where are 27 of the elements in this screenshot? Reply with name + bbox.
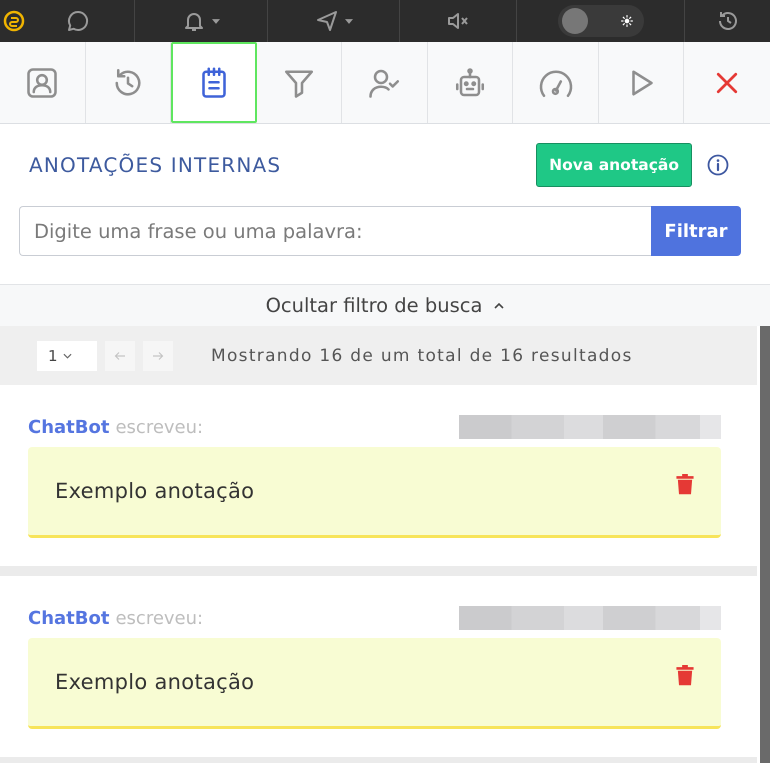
arrow-right-icon xyxy=(152,350,164,360)
search-field[interactable]: Digite uma frase ou uma palavra: xyxy=(19,206,651,256)
send-icon[interactable] xyxy=(314,9,338,33)
panel-title: ANOTAÇÕES INTERNAS xyxy=(29,153,282,177)
chevron-down-icon xyxy=(62,352,72,358)
theme-switch[interactable] xyxy=(558,5,644,37)
tab[interactable] xyxy=(171,42,257,123)
info-icon[interactable] xyxy=(706,153,730,177)
filter-button[interactable]: Filtrar xyxy=(651,206,741,256)
trash-icon[interactable] xyxy=(675,472,695,496)
note-text: Exemplo anotação xyxy=(55,479,254,503)
caret-icon[interactable] xyxy=(212,18,220,24)
scrollbar[interactable] xyxy=(757,326,770,763)
note-text: Exemplo anotação xyxy=(55,670,254,694)
note-action: escreveu: xyxy=(115,608,204,628)
ring-icon[interactable] xyxy=(2,9,26,33)
arrow-left-icon xyxy=(114,350,126,360)
chevron-up-icon xyxy=(494,302,504,308)
trash-icon[interactable] xyxy=(675,663,695,687)
results-summary: Mostrando 16 de um total de 16 resultados xyxy=(211,346,633,366)
sun-icon xyxy=(620,14,634,28)
chat-bubble-icon[interactable] xyxy=(66,9,90,33)
note-author: ChatBot xyxy=(28,416,110,438)
note-action: escreveu: xyxy=(115,416,204,438)
note-author: ChatBot xyxy=(28,608,110,628)
caret-icon[interactable] xyxy=(344,18,352,24)
page-select[interactable]: 1 xyxy=(37,340,97,370)
